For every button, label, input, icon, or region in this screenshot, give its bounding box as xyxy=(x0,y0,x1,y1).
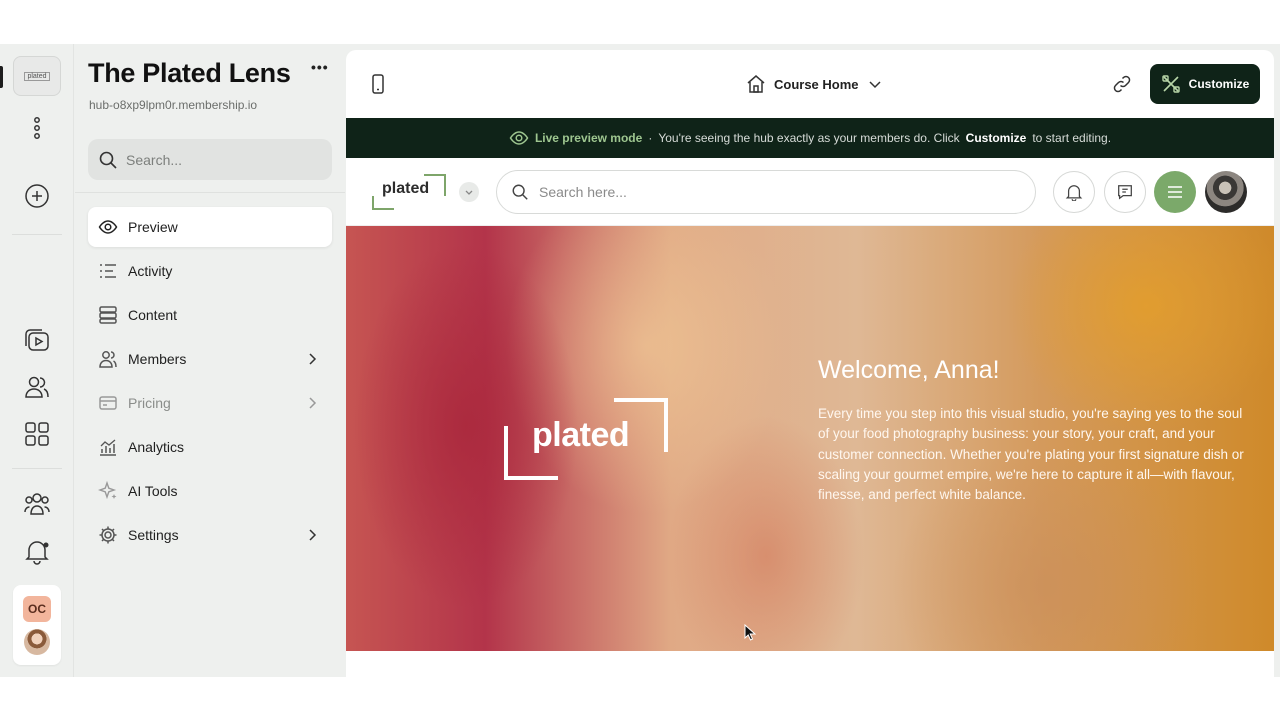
sidebar-search[interactable] xyxy=(88,139,332,180)
sidebar-item-settings[interactable]: Settings xyxy=(88,515,332,555)
add-hub-icon[interactable] xyxy=(12,176,62,216)
sidebar-item-analytics[interactable]: Analytics xyxy=(88,427,332,467)
video-library-icon[interactable] xyxy=(12,320,62,360)
search-icon xyxy=(99,151,117,169)
eye-icon xyxy=(98,220,118,234)
hub-search[interactable] xyxy=(496,170,1036,214)
page-selector[interactable]: Course Home xyxy=(746,74,883,94)
sidebar-search-input[interactable] xyxy=(126,151,316,168)
sidebar-item-label: Content xyxy=(128,307,178,323)
hero-body: Every time you step into this visual stu… xyxy=(818,406,1244,503)
member-avatar[interactable] xyxy=(1205,171,1247,213)
welcome-hero: plated Welcome, Anna! Every time you ste… xyxy=(346,226,1274,651)
preview-panel: Course Home Customize Live preview mode … xyxy=(346,50,1274,677)
hub-url: hub-o8xp9lpm0r.membership.io xyxy=(89,98,258,112)
members-icon xyxy=(99,351,117,368)
home-icon xyxy=(747,75,765,93)
chevron-right-icon xyxy=(309,397,317,409)
sidebar-item-ai-tools[interactable]: AI Tools xyxy=(88,471,332,511)
hub-options-icon[interactable]: ••• xyxy=(311,59,329,75)
sidebar-nav: Preview Activity Content Members Pricing xyxy=(88,207,332,559)
sidebar-item-label: AI Tools xyxy=(128,483,178,499)
analytics-icon xyxy=(100,439,116,456)
brand-logo[interactable]: plated xyxy=(370,172,446,212)
brand-dropdown-icon[interactable] xyxy=(459,182,479,202)
sidebar-item-label: Analytics xyxy=(128,439,185,455)
sidebar-item-content[interactable]: Content xyxy=(88,295,332,335)
notifications-icon[interactable] xyxy=(12,531,62,571)
credit-card-icon xyxy=(99,396,117,410)
mobile-preview-icon[interactable] xyxy=(372,74,384,99)
banner-separator: · xyxy=(648,131,653,145)
apps-grid-icon[interactable] xyxy=(12,414,62,454)
gear-icon xyxy=(99,526,117,544)
community-icon[interactable] xyxy=(12,483,62,523)
sidebar-item-members[interactable]: Members xyxy=(88,339,332,379)
live-mode-label: Live preview mode xyxy=(534,131,643,145)
app-frame: plated OC The Plated Lens ••• hub-o8xp9l… xyxy=(0,44,1280,677)
chevron-right-icon xyxy=(309,529,317,541)
chevron-right-icon xyxy=(309,353,317,365)
sidebar-item-pricing[interactable]: Pricing xyxy=(88,383,332,423)
activity-list-icon xyxy=(100,264,116,278)
banner-text: You're seeing the hub exactly as your me… xyxy=(658,131,960,145)
sidebar-item-label: Pricing xyxy=(128,395,171,411)
customize-button[interactable]: Customize xyxy=(1150,64,1260,104)
icon-rail: plated OC xyxy=(0,44,74,677)
page-selector-label: Course Home xyxy=(774,76,859,92)
hub-search-input[interactable] xyxy=(539,184,999,200)
rail-divider xyxy=(12,468,62,469)
content-stack-icon xyxy=(99,306,117,324)
more-vertical-icon[interactable] xyxy=(12,108,62,148)
live-preview-banner: Live preview mode · You're seeing the hu… xyxy=(346,118,1274,158)
eye-icon xyxy=(509,131,529,145)
chevron-down-icon xyxy=(869,81,881,89)
hero-logo: plated xyxy=(504,398,668,480)
org-badge[interactable]: OC xyxy=(23,596,51,622)
chat-icon[interactable] xyxy=(1104,171,1146,213)
hub-logo-label: plated xyxy=(24,71,50,81)
sidebar: The Plated Lens ••• hub-o8xp9lpm0r.membe… xyxy=(75,44,345,677)
hero-logo-word: plated xyxy=(532,416,630,454)
sidebar-item-activity[interactable]: Activity xyxy=(88,251,332,291)
sparkle-icon xyxy=(98,481,117,500)
hub-switcher-logo[interactable]: plated xyxy=(13,56,61,96)
preview-toolbar: Course Home Customize xyxy=(346,50,1274,118)
sidebar-item-preview[interactable]: Preview xyxy=(88,207,332,247)
banner-customize-emphasis: Customize xyxy=(965,131,1027,145)
sidebar-item-label: Members xyxy=(128,351,187,367)
active-indicator xyxy=(0,66,3,88)
rail-divider xyxy=(12,234,62,235)
customize-button-label: Customize xyxy=(1188,77,1250,91)
bell-icon[interactable] xyxy=(1053,171,1095,213)
banner-text-end: to start editing. xyxy=(1032,131,1112,145)
customize-tools-icon xyxy=(1161,75,1180,93)
hub-title: The Plated Lens xyxy=(88,58,291,88)
account-card: OC xyxy=(13,585,61,665)
sidebar-item-label: Activity xyxy=(128,263,173,279)
user-avatar[interactable] xyxy=(24,629,50,655)
hub-header: plated xyxy=(346,158,1274,226)
sidebar-item-label: Settings xyxy=(128,527,179,543)
link-icon[interactable] xyxy=(1112,74,1132,99)
sidebar-divider xyxy=(75,192,345,193)
hero-title: Welcome, Anna! xyxy=(818,356,1000,384)
hamburger-menu-icon[interactable] xyxy=(1154,171,1196,213)
users-icon[interactable] xyxy=(12,367,62,407)
brand-text: plated xyxy=(382,180,430,197)
search-icon xyxy=(512,184,528,200)
sidebar-item-label: Preview xyxy=(128,219,178,235)
mouse-cursor-icon xyxy=(744,623,757,646)
